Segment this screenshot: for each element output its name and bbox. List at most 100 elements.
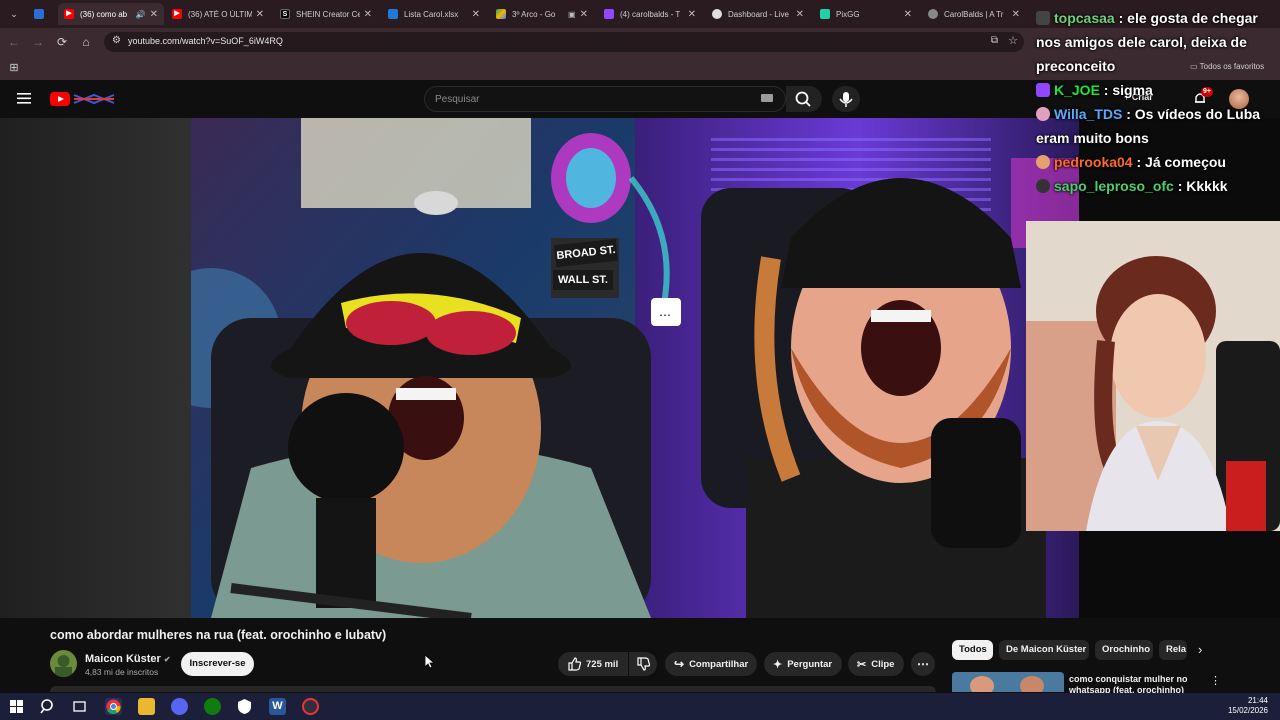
close-tab-icon[interactable]: ✕ (472, 9, 480, 20)
recommendation-thumbnail[interactable] (952, 672, 1064, 692)
chips-next-icon[interactable]: › (1198, 642, 1202, 657)
site-info-icon[interactable]: ⚙ (112, 35, 121, 46)
youtube-logo[interactable] (50, 91, 116, 107)
apps-grid-icon[interactable]: ⊞ (6, 60, 22, 76)
streamer-webcam (1026, 221, 1280, 531)
back-arrow-icon[interactable]: ← (6, 34, 22, 50)
drive-icon (496, 9, 506, 19)
description-box[interactable] (50, 686, 936, 692)
chip-orochinho[interactable]: Orochinho (1095, 640, 1153, 660)
close-tab-icon[interactable]: ✕ (150, 9, 158, 20)
tab-dashboard[interactable]: Dashboard - Live ✕ (706, 3, 810, 25)
file-explorer-icon[interactable] (138, 698, 155, 715)
obs-icon[interactable] (302, 698, 319, 715)
thumbs-down-icon (637, 657, 650, 671)
install-app-icon[interactable]: ⧉ (991, 35, 998, 46)
verified-icon: ✔ (163, 655, 171, 664)
chat-text: sigma (1112, 82, 1153, 98)
dislike-button[interactable] (629, 652, 657, 676)
search-box[interactable]: Pesquisar (424, 86, 786, 112)
xbox-icon[interactable] (204, 698, 221, 715)
reload-icon[interactable]: ⟳ (54, 34, 70, 50)
url-text: youtube.com/watch?v=SuOF_6iW4RQ (128, 36, 283, 46)
chat-badge-icon (1036, 107, 1050, 121)
forward-arrow-icon[interactable]: → (30, 34, 46, 50)
keyboard-icon[interactable] (761, 94, 773, 102)
tab-pinned[interactable] (28, 3, 54, 25)
close-tab-icon[interactable]: ✕ (796, 9, 804, 20)
chat-badge-icon (1036, 83, 1050, 97)
video-left-margin (0, 118, 191, 618)
bookmark-star-icon[interactable]: ☆ (1008, 34, 1018, 47)
video-title: como abordar mulheres na rua (feat. oroc… (50, 628, 387, 642)
chat-username: sapo_leproso_ofc (1054, 178, 1174, 194)
like-button[interactable]: 725 mil (558, 652, 628, 676)
chip-from-channel[interactable]: De Maicon Küster (999, 640, 1089, 660)
close-tab-icon[interactable]: ✕ (256, 9, 264, 20)
home-icon[interactable]: ⌂ (78, 34, 94, 50)
tab-twitch[interactable]: (4) carolbalds - T ✕ (598, 3, 702, 25)
close-tab-icon[interactable]: ✕ (904, 9, 912, 20)
close-tab-icon[interactable]: ✕ (688, 9, 696, 20)
more-vertical-icon[interactable]: ⋮ (1210, 674, 1221, 687)
chip-related[interactable]: Rela (1159, 640, 1187, 660)
channel-avatar[interactable] (50, 650, 77, 677)
tab-excel[interactable]: Lista Carol.xlsx ✕ (382, 3, 486, 25)
chat-text: Kkkkk (1186, 178, 1228, 194)
more-horizontal-icon: ⋯ (917, 657, 929, 671)
chat-username: Willa_TDS (1054, 106, 1123, 122)
shield-icon[interactable] (236, 698, 253, 715)
tab-youtube-active[interactable]: ▶ (36) como ab 🔊 ✕ (58, 3, 164, 25)
chat-message: sapo_leproso_ofc : Kkkkk (1036, 174, 1276, 198)
task-view-icon[interactable] (71, 698, 88, 715)
ask-button[interactable]: ✦ Perguntar (764, 652, 842, 676)
tab-carolbalds[interactable]: CarolBalds | A Tr ✕ (922, 3, 1026, 25)
chrome-icon[interactable] (105, 698, 122, 715)
close-tab-icon[interactable]: ✕ (364, 9, 372, 20)
search-icon (795, 91, 811, 107)
video-player[interactable]: … BROAD ST. WALL ST. (191, 118, 1079, 618)
chat-message: topcasaa : ele gosta de chegar nos amigo… (1036, 10, 1258, 74)
speaker-icon[interactable]: 🔊 (136, 10, 146, 19)
tab-search-icon[interactable]: ⌄ (6, 6, 22, 22)
search-icon[interactable] (39, 698, 56, 715)
gem-icon (34, 9, 44, 19)
menu-icon[interactable] (16, 90, 32, 106)
chip-all[interactable]: Todos (952, 640, 993, 660)
close-tab-icon[interactable]: ✕ (580, 9, 588, 20)
tab-pixgg[interactable]: PixGG ✕ (814, 3, 918, 25)
sparkle-icon: ✦ (773, 658, 783, 671)
close-tab-icon[interactable]: ✕ (1012, 9, 1020, 20)
tab-shein[interactable]: S SHEIN Creator Ce ✕ (274, 3, 378, 25)
chat-username: topcasaa (1054, 10, 1115, 26)
search-input[interactable]: Pesquisar (435, 94, 479, 105)
subscribe-button[interactable]: Inscrever-se (181, 652, 254, 676)
subscriber-count: 4,83 mi de inscritos (85, 667, 159, 677)
channel-name[interactable]: Maicon Küster ✔ (85, 653, 171, 665)
discord-icon[interactable] (171, 698, 188, 715)
tab-drive[interactable]: 3º Arco - Go ▣ ✕ (490, 3, 594, 25)
chat-username: pedrooka04 (1054, 154, 1133, 170)
word-icon[interactable]: W (269, 698, 286, 715)
chat-badge-icon (1036, 179, 1050, 193)
tab-media-icon: ▣ (568, 9, 576, 19)
more-actions-button[interactable]: ⋯ (911, 652, 935, 676)
clock-date: 15/02/2026 (1227, 706, 1268, 715)
shein-icon: S (280, 9, 290, 19)
chat-message: K_JOE : sigma (1036, 78, 1276, 102)
windows-start-icon[interactable] (8, 698, 25, 715)
street-sign-wall: WALL ST. (553, 270, 613, 290)
tab-youtube-2[interactable]: ▶ (36) ATÉ O ÚLTIM ✕ (166, 3, 270, 25)
youtube-icon: ▶ (172, 9, 182, 19)
url-bar[interactable]: ⚙ youtube.com/watch?v=SuOF_6iW4RQ ⧉ ☆ (104, 32, 1024, 52)
clip-button[interactable]: ✂ Clipe (848, 652, 904, 676)
voice-search-button[interactable] (832, 86, 860, 112)
chat-badge-icon (1036, 155, 1050, 169)
scissors-icon: ✂ (857, 658, 867, 671)
share-button[interactable]: ↪ Compartilhar (665, 652, 757, 676)
svg-text:…: … (659, 305, 671, 319)
video-frame: … (191, 118, 1079, 618)
chat-badge-icon (1036, 11, 1050, 25)
system-clock[interactable]: 21:44 15/02/2026 (1228, 696, 1268, 716)
search-button[interactable] (786, 86, 822, 112)
